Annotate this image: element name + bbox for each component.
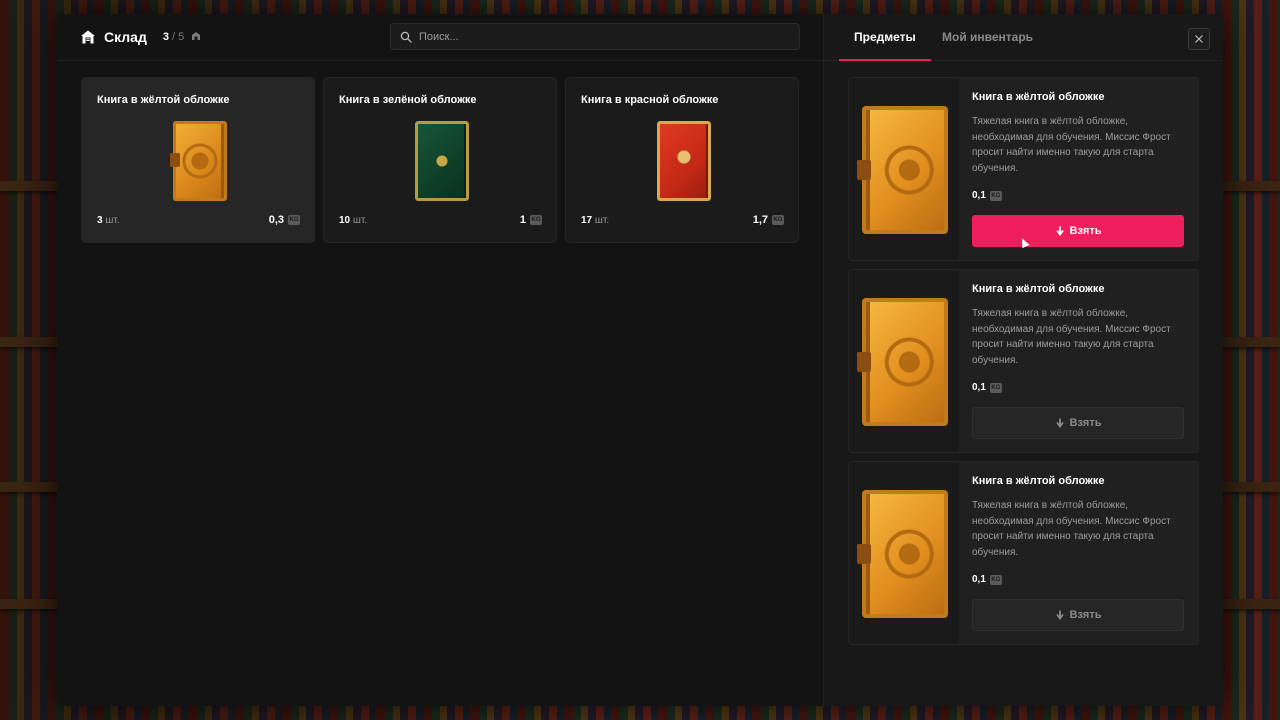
item-weight: 1 KG — [519, 214, 542, 226]
search-input[interactable] — [419, 30, 779, 43]
tab-my-inventory[interactable]: Мой инвентарь — [942, 30, 1033, 61]
detail-name: Книга в жёлтой обложке — [972, 91, 1105, 103]
detail-name: Книга в жёлтой обложке — [972, 475, 1105, 487]
yellow-book-icon — [862, 298, 948, 426]
close-icon — [1195, 35, 1203, 43]
item-weight: 0,3 KG — [268, 214, 300, 226]
item-card-green-book[interactable]: Книга в зелёной обложке 10 шт. 1 KG — [323, 77, 557, 243]
kg-icon: KG — [989, 382, 1002, 393]
detail-description: Тяжелая книга в жёлтой обложке, необходи… — [972, 116, 1171, 174]
item-name: Книга в красной обложке — [581, 94, 719, 106]
item-name: Книга в зелёной обложке — [339, 94, 477, 106]
take-button[interactable]: Взять — [972, 215, 1184, 247]
detail-name: Книга в жёлтой обложке — [972, 283, 1105, 295]
kg-icon: KG — [288, 215, 300, 225]
item-weight: 1,7 KG — [752, 214, 784, 226]
storage-slot-count: 3 / 5 — [163, 31, 202, 43]
kg-icon: KG — [772, 215, 784, 225]
yellow-book-icon — [170, 121, 227, 201]
kg-icon: KG — [989, 574, 1002, 585]
count-separator: / — [172, 31, 176, 43]
storage-title-group: Склад 3 / 5 — [80, 27, 201, 47]
storage-header: Склад 3 / 5 — [57, 14, 823, 61]
page-title: Склад — [104, 29, 147, 45]
count-current: 3 — [162, 31, 169, 43]
kg-icon: KG — [530, 215, 542, 225]
take-button[interactable]: Взять — [972, 407, 1184, 439]
detail-weight: 0,1 KG — [972, 382, 1002, 393]
item-name: Книга в жёлтой обложке — [97, 94, 230, 106]
detail-description: Тяжелая книга в жёлтой обложке, необходи… — [972, 500, 1171, 558]
item-detail-card: Книга в жёлтой обложке Тяжелая книга в ж… — [848, 77, 1199, 261]
box-icon — [191, 31, 201, 41]
item-quantity: 17 шт. — [581, 215, 610, 226]
yellow-book-icon — [862, 490, 948, 618]
item-quantity: 10 шт. — [339, 215, 368, 226]
detail-weight: 0,1 KG — [972, 574, 1002, 585]
item-image — [849, 270, 959, 452]
count-max: 5 — [178, 31, 185, 43]
storage-window: Склад 3 / 5 Поиск... Книга в жёлтой обло… — [57, 14, 1223, 706]
detail-description: Тяжелая книга в жёлтой обложке, необходи… — [972, 308, 1171, 366]
search-box[interactable] — [390, 23, 800, 50]
item-detail-card: Книга в жёлтой обложке Тяжелая книга в ж… — [848, 461, 1199, 645]
close-button[interactable] — [1188, 28, 1210, 50]
arrow-down-icon — [1055, 418, 1064, 428]
item-detail-card: Книга в жёлтой обложке Тяжелая книга в ж… — [848, 269, 1199, 453]
green-book-icon — [415, 121, 469, 201]
red-book-icon — [657, 121, 711, 201]
arrow-down-icon — [1055, 610, 1064, 620]
detail-weight: 0,1 KG — [972, 190, 1002, 201]
search-icon — [400, 31, 412, 43]
item-card-yellow-book[interactable]: Книга в жёлтой обложке 3 шт. 0,3 KG — [81, 77, 315, 243]
take-button[interactable]: Взять — [972, 599, 1184, 631]
yellow-book-icon — [862, 106, 948, 234]
item-image — [849, 462, 959, 644]
item-card-red-book[interactable]: Книга в красной обложке 17 шт. 1,7 KG — [565, 77, 799, 243]
arrow-down-icon — [1055, 226, 1064, 236]
home-icon — [80, 29, 96, 45]
storage-panel: Склад 3 / 5 Поиск... Книга в жёлтой обло… — [57, 14, 823, 706]
item-image — [849, 78, 959, 260]
tab-bar: Предметы Мой инвентарь — [824, 14, 1223, 61]
item-quantity: 3 шт. — [97, 215, 120, 226]
details-panel: Предметы Мой инвентарь Книга в жёлтой об… — [823, 14, 1223, 706]
tab-items[interactable]: Предметы — [839, 30, 931, 61]
kg-icon: KG — [989, 190, 1002, 201]
